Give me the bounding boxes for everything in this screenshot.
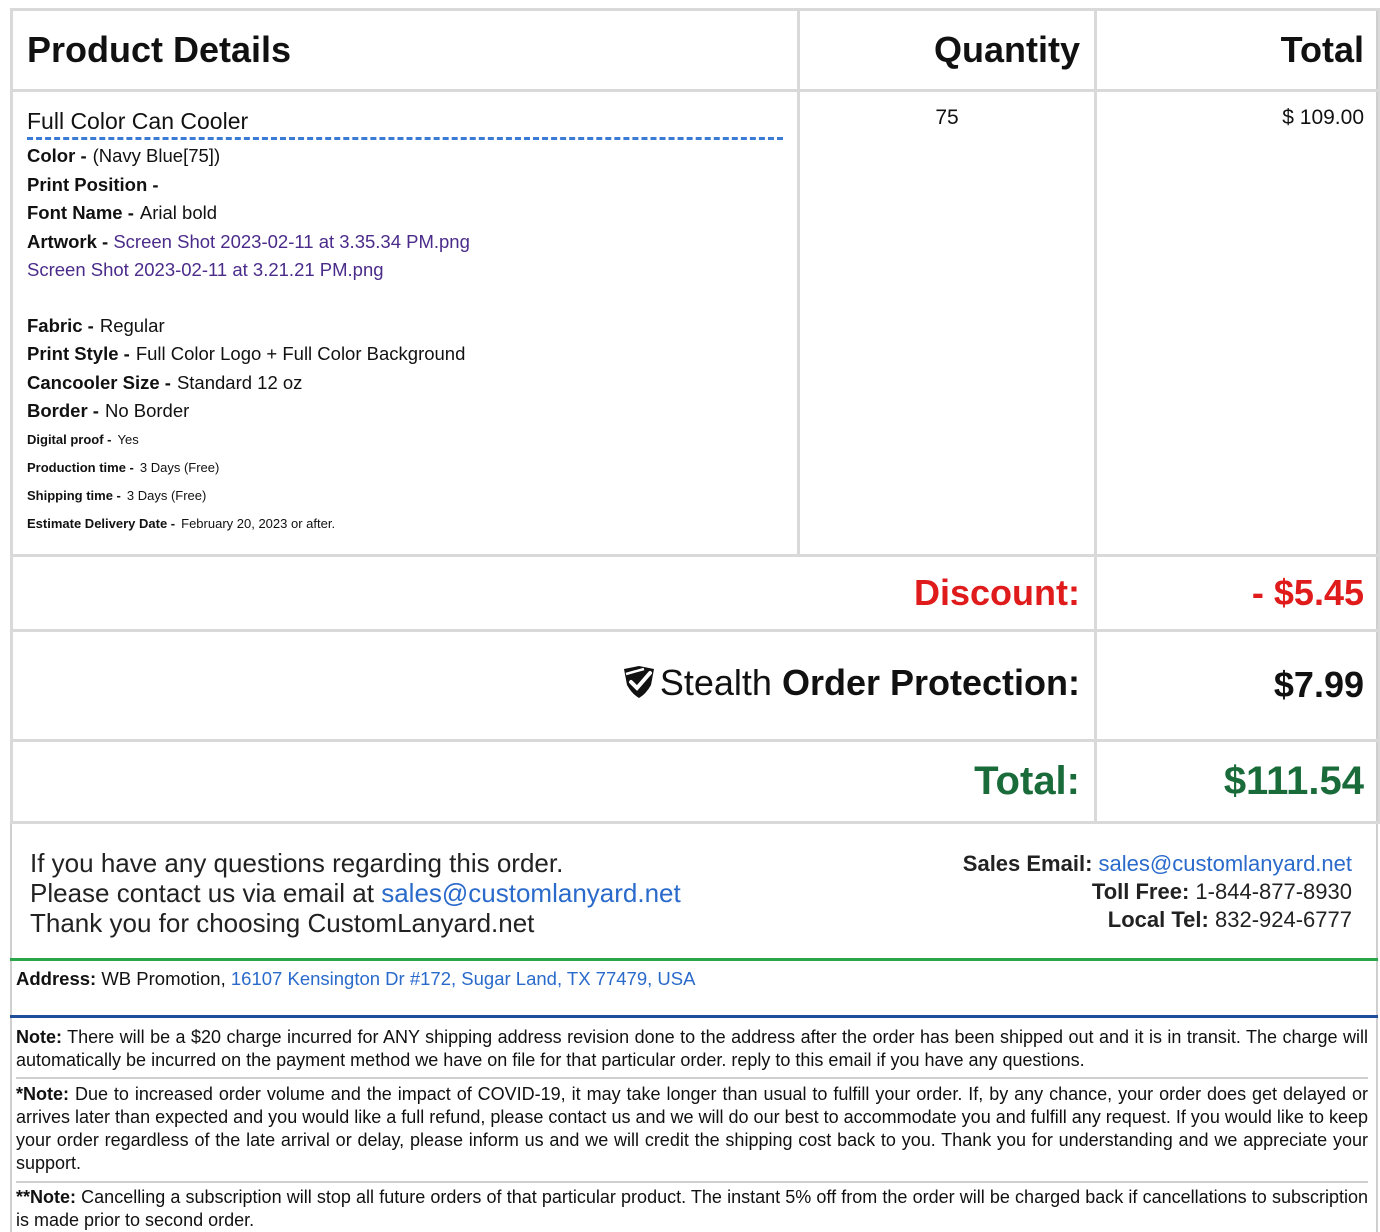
protection-brand: Stealth: [659, 662, 772, 703]
total-row: Total: $111.54: [10, 738, 1380, 824]
local-tel-number[interactable]: 832-924-6777: [1215, 907, 1352, 932]
protection-row: Stealth Order Protection: $7.99: [10, 628, 1380, 742]
contact-email-link[interactable]: sales@customlanyard.net: [381, 878, 681, 908]
contact-info-right: Sales Email: sales@customlanyard.net Tol…: [963, 850, 1352, 934]
total-value: $111.54: [1094, 738, 1380, 824]
note-separator: [16, 1077, 1368, 1079]
address-street-link[interactable]: 16107 Kensington Dr #172, Sugar Land, TX…: [231, 968, 696, 989]
protection-label-cell: Stealth Order Protection:: [10, 628, 1097, 742]
attribute-print-style: Print Style - Full Color Logo + Full Colo…: [27, 343, 466, 364]
discount-value: - $5.45: [1094, 553, 1380, 632]
contact-line-2: Please contact us via email at sales@cus…: [30, 878, 681, 908]
attribute-border: Border - No Border: [27, 400, 190, 421]
order-table: Product Details Quantity Total Full Colo…: [10, 8, 1380, 824]
divider-blue: [10, 1015, 1378, 1018]
product-price: $ 109.00: [1094, 89, 1380, 557]
attribute-print-position: Print Position -: [27, 173, 159, 195]
attribute-cancooler-size: Cancooler Size - Standard 12 oz: [27, 371, 303, 393]
product-quantity: 75: [797, 89, 1097, 557]
shield-check-icon: [620, 665, 658, 708]
note-covid: *Note: Due to increased order volume and…: [16, 1084, 1368, 1173]
note-subscription: **Note: Cancelling a subscription will s…: [16, 1187, 1368, 1230]
divider-green: [10, 958, 1378, 961]
toll-free-number[interactable]: 1-844-877-8930: [1195, 879, 1352, 904]
contact-block: If you have any questions regarding this…: [30, 848, 681, 938]
attribute-font-name: Font Name - Arial bold: [27, 202, 218, 223]
table-header-row: Product Details Quantity Total: [10, 8, 1380, 92]
protection-label: Order Protection:: [781, 662, 1080, 703]
local-tel-line: Local Tel: 832-924-6777: [1107, 907, 1352, 932]
artwork-file-link-2[interactable]: Screen Shot 2023-02-11 at 3.21.21 PM.png: [27, 259, 384, 280]
product-name-link[interactable]: Full Color Can Cooler: [27, 106, 783, 140]
sales-email-line: Sales Email: sales@customlanyard.net: [962, 851, 1352, 876]
contact-line-3: Thank you for choosing CustomLanyard.net: [30, 908, 535, 938]
attribute-color: Color - (Navy Blue[75]): [27, 145, 221, 166]
address-company: WB Promotion,: [101, 968, 226, 989]
attribute-delivery-date: Estimate Delivery Date - February 20, 202…: [27, 515, 336, 531]
toll-free-line: Toll Free: 1-844-877-8930: [1091, 879, 1352, 904]
contact-line-1: If you have any questions regarding this…: [30, 848, 564, 878]
artwork-file-link-1[interactable]: Screen Shot 2023-02-11 at 3.35.34 PM.png: [113, 231, 470, 252]
attribute-digital-proof: Digital proof - Yes: [27, 431, 139, 447]
product-details-cell: Full Color Can Cooler Color - (Navy Blue[…: [10, 89, 800, 557]
note-address-revision: Note: There will be a $20 charge incurre…: [16, 1027, 1368, 1070]
attribute-artwork: Artwork - Screen Shot 2023-02-11 at 3.35…: [27, 230, 470, 252]
attribute-fabric: Fabric - Regular: [27, 314, 165, 336]
table-row: Full Color Can Cooler Color - (Navy Blue[…: [10, 89, 1380, 557]
header-quantity: Quantity: [797, 8, 1097, 92]
protection-value: $7.99: [1094, 628, 1380, 742]
attribute-production-time: Production time -3 Days (Free): [27, 459, 220, 475]
discount-row: Discount: - $5.45: [10, 553, 1380, 632]
total-label: Total:: [10, 738, 1097, 824]
attribute-shipping-time: Shipping time -3 Days (Free): [27, 487, 207, 503]
sales-email-link[interactable]: sales@customlanyard.net: [1099, 851, 1352, 876]
header-product-details: Product Details: [10, 8, 800, 92]
note-separator: [16, 1181, 1368, 1183]
address-line: Address: WB Promotion, 16107 Kensington …: [16, 968, 696, 989]
discount-label: Discount:: [10, 553, 1097, 632]
header-total: Total: [1094, 8, 1380, 92]
